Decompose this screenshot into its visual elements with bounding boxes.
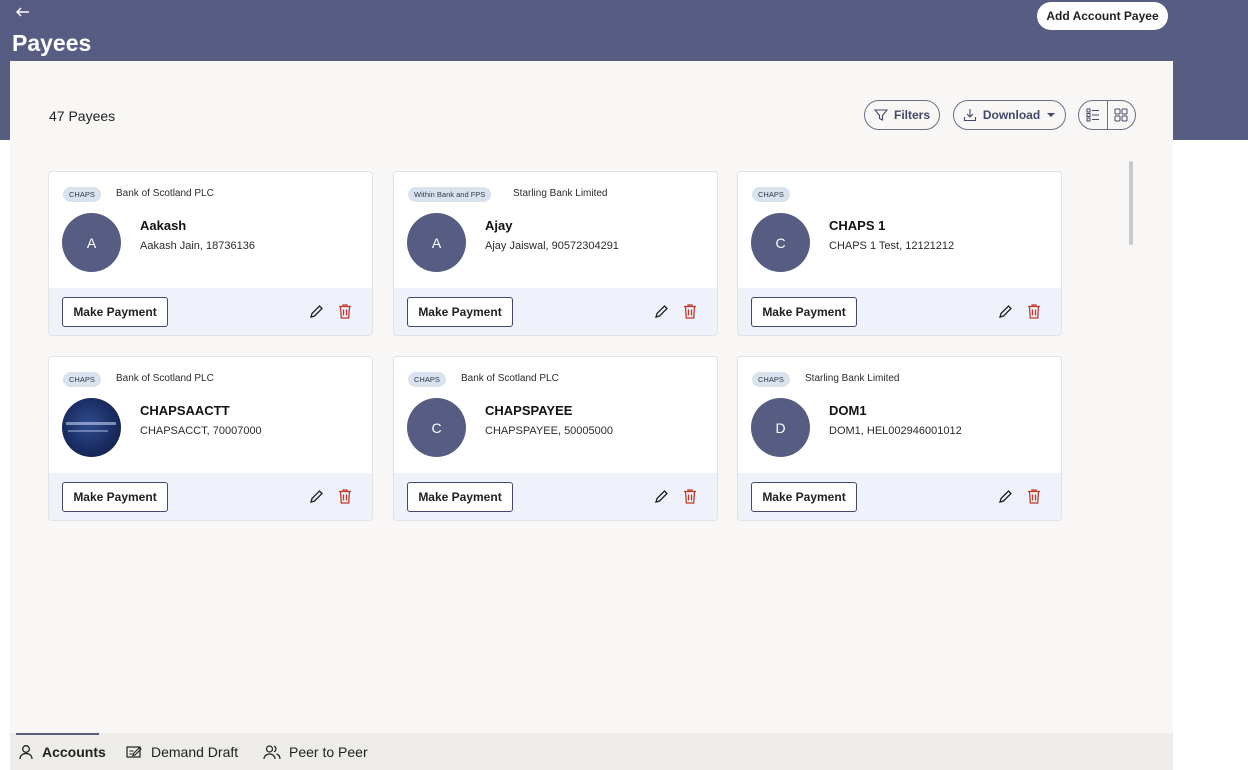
filters-button[interactable]: Filters	[864, 100, 940, 130]
scrollbar[interactable]	[1127, 153, 1135, 543]
payee-card: CHAPS Bank of Scotland PLC C CHAPSPAYEE …	[393, 356, 718, 521]
view-toggle	[1078, 100, 1136, 130]
make-payment-button[interactable]: Make Payment	[407, 482, 513, 512]
bank-name: Bank of Scotland PLC	[461, 373, 559, 384]
pencil-icon[interactable]	[308, 489, 324, 505]
payee-account-detail: Ajay Jaiswal, 90572304291	[485, 240, 619, 252]
tab-accounts[interactable]: Accounts	[18, 733, 106, 770]
payee-count: 47 Payees	[49, 108, 116, 124]
payment-type-tag: CHAPS	[63, 372, 101, 387]
trash-icon[interactable]	[337, 303, 353, 320]
download-button[interactable]: Download	[953, 100, 1066, 130]
payment-type-tag: CHAPS	[752, 187, 790, 202]
payee-name: CHAPSAACTT	[140, 403, 230, 418]
avatar: A	[62, 213, 121, 272]
bank-name: Starling Bank Limited	[805, 373, 900, 384]
trash-icon[interactable]	[1026, 303, 1042, 320]
people-icon	[263, 744, 281, 759]
payee-name: DOM1	[829, 403, 867, 418]
payment-type-tag: Within Bank and FPS	[408, 187, 492, 202]
tab-peer-to-peer-label: Peer to Peer	[289, 743, 368, 760]
scrollbar-thumb[interactable]	[1129, 161, 1133, 245]
payee-card: Within Bank and FPS Starling Bank Limite…	[393, 171, 718, 336]
pencil-icon[interactable]	[308, 304, 324, 320]
make-payment-button[interactable]: Make Payment	[62, 297, 168, 327]
payee-account-detail: DOM1, HEL002946001012	[829, 425, 962, 437]
payee-card: CHAPS Starling Bank Limited D DOM1 DOM1,…	[737, 356, 1062, 521]
tab-peer-to-peer[interactable]: Peer to Peer	[263, 733, 368, 770]
make-payment-button[interactable]: Make Payment	[62, 482, 168, 512]
page-title: Payees	[12, 30, 92, 56]
payee-card: CHAPS Bank of Scotland PLC CHAPSAACTT CH…	[48, 356, 373, 521]
bank-name: Starling Bank Limited	[513, 188, 608, 199]
grid-view-toggle[interactable]	[1106, 101, 1136, 129]
trash-icon[interactable]	[1026, 488, 1042, 505]
payee-name: CHAPS 1	[829, 218, 886, 233]
filter-icon	[873, 109, 888, 121]
make-payment-button[interactable]: Make Payment	[751, 482, 857, 512]
payee-account-detail: CHAPS 1 Test, 12121212	[829, 240, 955, 252]
payee-card: CHAPS Bank of Scotland PLC A Aakash Aaka…	[48, 171, 373, 336]
avatar: D	[751, 398, 810, 457]
tab-accounts-label: Accounts	[42, 743, 106, 760]
add-account-payee-button[interactable]: Add Account Payee	[1037, 2, 1168, 30]
avatar: A	[407, 213, 466, 272]
tab-demand-draft-label: Demand Draft	[151, 743, 239, 760]
pencil-icon[interactable]	[997, 304, 1013, 320]
payment-type-tag: CHAPS	[752, 372, 790, 387]
download-icon	[963, 109, 976, 122]
payee-name: CHAPSPAYEE	[485, 403, 573, 418]
payee-account-detail: CHAPSACCT, 70007000	[140, 425, 262, 437]
trash-icon[interactable]	[682, 303, 698, 320]
avatar-photo	[62, 398, 121, 457]
main-panel: 47 Payees Filters Download CHAPS Bank of…	[10, 61, 1173, 770]
list-view-toggle[interactable]	[1079, 101, 1107, 129]
make-payment-button[interactable]: Make Payment	[407, 297, 513, 327]
person-icon	[19, 744, 33, 759]
pencil-icon[interactable]	[997, 489, 1013, 505]
pencil-icon[interactable]	[653, 489, 669, 505]
list-view-icon	[1086, 108, 1099, 122]
payee-account-detail: CHAPSPAYEE, 50005000	[485, 425, 614, 437]
bank-name: Bank of Scotland PLC	[116, 373, 214, 384]
bank-name: Bank of Scotland PLC	[116, 188, 214, 199]
payee-card: CHAPS C CHAPS 1 CHAPS 1 Test, 12121212 M…	[737, 171, 1062, 336]
back-button[interactable]	[16, 2, 40, 22]
pencil-icon[interactable]	[653, 304, 669, 320]
payee-account-detail: Aakash Jain, 18736136	[140, 240, 255, 252]
tab-demand-draft[interactable]: Demand Draft	[126, 733, 238, 770]
caret-down-icon	[1047, 113, 1056, 117]
filters-label: Filters	[893, 108, 930, 122]
trash-icon[interactable]	[337, 488, 353, 505]
bottom-tab-bar: Accounts Demand Draft Peer to Peer	[10, 733, 1173, 770]
download-label: Download	[982, 108, 1041, 122]
payee-name: Ajay	[485, 218, 513, 233]
payment-type-tag: CHAPS	[63, 187, 101, 202]
arrow-left-icon	[16, 7, 29, 17]
payee-name: Aakash	[140, 218, 187, 233]
make-payment-button[interactable]: Make Payment	[751, 297, 857, 327]
payment-type-tag: CHAPS	[408, 372, 446, 387]
trash-icon[interactable]	[682, 488, 698, 505]
grid-view-icon	[1114, 108, 1128, 122]
avatar: C	[751, 213, 810, 272]
avatar: C	[407, 398, 466, 457]
draft-icon	[126, 745, 142, 758]
